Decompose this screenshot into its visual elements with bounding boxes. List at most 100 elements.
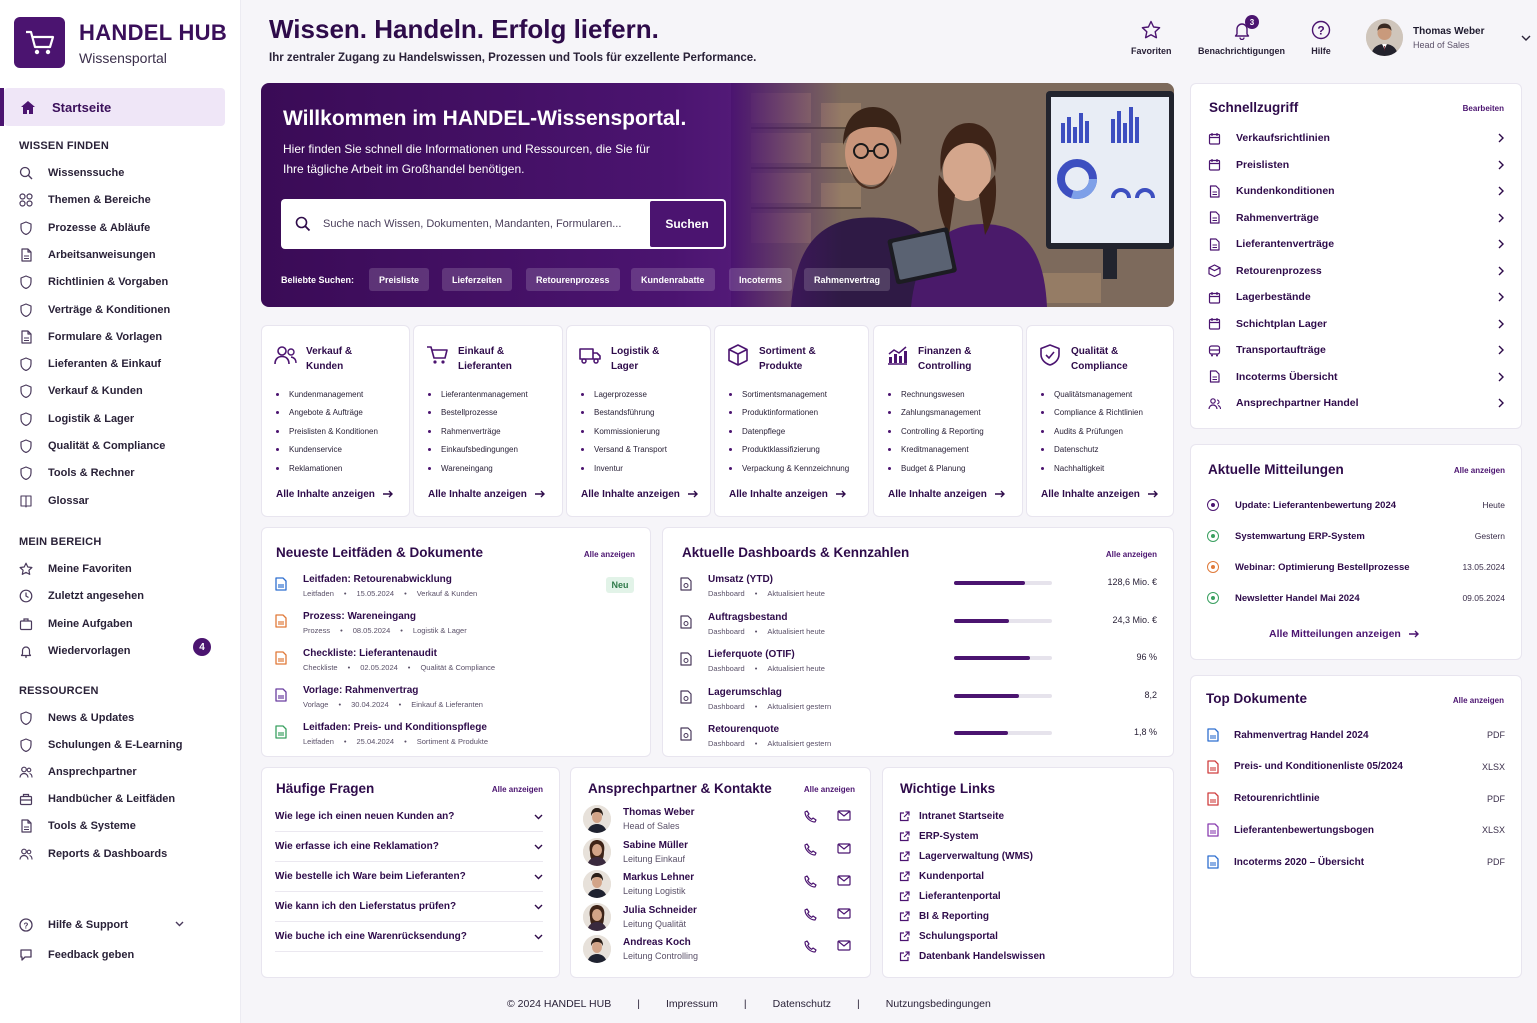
faq-item[interactable]: Wie erfasse ich eine Reklamation? [275,832,543,862]
external-link[interactable]: Datenbank Handelswissen [899,948,1045,964]
sidebar-item-guidelines[interactable]: Richtlinien & Vorgaben [19,271,168,293]
sidebar-item-feedback[interactable]: Feedback geben [19,944,134,966]
category-all-link[interactable]: Alle Inhalte anzeigen [581,489,699,500]
footer-imprint-link[interactable]: Impressum [666,998,718,1010]
kpi-row[interactable]: Retourenquote Dashboard • Aktualisiert gest… [678,724,1158,754]
kpi-row[interactable]: Lagerumschlag Dashboard • Aktualisiert gest… [678,687,1158,717]
top-document-row[interactable]: Incoterms 2020 – Übersicht PDF [1207,854,1505,870]
message-item[interactable]: Update: Lieferantenbewertung 2024 Heute [1207,497,1505,513]
search-input[interactable] [323,218,643,230]
mail-icon[interactable] [837,940,851,951]
contact-row[interactable]: Sabine Müller Leitung Einkauf [583,837,853,870]
kpi-all-link[interactable]: Alle anzeigen [1106,550,1157,559]
sidebar-item-star[interactable]: Meine Favoriten [19,558,132,580]
category-card[interactable]: Qualität & Compliance Qualitätsmanagement C… [1026,325,1174,517]
category-topic-link[interactable]: Wareneingang [428,459,528,478]
messages-all-link[interactable]: Alle anzeigen [1454,466,1505,475]
mail-icon[interactable] [837,875,851,886]
top-document-row[interactable]: Rahmenvertrag Handel 2024 PDF [1207,727,1505,743]
kpi-row[interactable]: Lieferquote (OTIF) Dashboard • Aktualisiert… [678,649,1158,679]
sidebar-item-process[interactable]: Prozesse & Abläufe [19,217,150,239]
quick-access-item[interactable]: Preislisten [1208,155,1504,175]
notifications-button[interactable]: Benachrichtigungen [1198,20,1285,56]
category-topic-link[interactable]: Einkaufsbedingungen [428,441,528,460]
document-row[interactable]: Leitfaden: Retourenabwicklung Leitfaden • 1… [275,574,477,598]
category-topic-link[interactable]: Rechnungswesen [888,385,984,404]
user-menu[interactable]: Thomas Weber Head of Sales [1366,19,1531,56]
category-card[interactable]: Einkauf & Lieferanten Lieferantenmanagemen… [413,325,563,517]
category-topic-link[interactable]: Kreditmanagement [888,441,984,460]
quick-access-edit-link[interactable]: Bearbeiten [1463,104,1504,113]
popular-search-chip[interactable]: Lieferzeiten [442,268,513,291]
contact-row[interactable]: Markus Lehner Leitung Logistik [583,870,853,902]
sidebar-item-training[interactable]: Schulungen & E-Learning [19,734,182,756]
category-topic-link[interactable]: Inventur [581,459,667,478]
favorites-button[interactable]: Favoriten [1131,20,1172,56]
document-row[interactable]: Vorlage: Rahmenvertrag Vorlage • 30.04.2024… [275,685,483,709]
category-card[interactable]: Finanzen & Controlling Rechnungswesen Zahlu… [873,325,1023,517]
category-topic-link[interactable]: Datenpflege [729,422,849,441]
category-topic-link[interactable]: Kundenmanagement [276,385,378,404]
external-link[interactable]: Lieferantenportal [899,888,1001,904]
category-all-link[interactable]: Alle Inhalte anzeigen [276,489,394,500]
kpi-row[interactable]: Auftragsbestand Dashboard • Aktualisiert he… [678,612,1158,642]
category-topic-link[interactable]: Compliance & Richtlinien [1041,404,1143,423]
faq-all-link[interactable]: Alle anzeigen [492,785,543,794]
mail-icon[interactable] [837,907,851,919]
kpi-row[interactable]: Umsatz (YTD) Dashboard • Aktualisiert heute… [678,574,1158,604]
category-topic-link[interactable]: Controlling & Reporting [888,422,984,441]
sidebar-item-supplier[interactable]: Lieferanten & Einkauf [19,353,161,375]
top-document-row[interactable]: Preis- und Konditionenliste 05/2024 XLSX [1207,759,1505,775]
sidebar-item-clock[interactable]: Zuletzt angesehen [19,585,144,607]
message-item[interactable]: Newsletter Handel Mai 2024 09.05.2024 [1207,590,1505,606]
category-topic-link[interactable]: Preislisten & Konditionen [276,422,378,441]
category-topic-link[interactable]: Kundenservice [276,441,378,460]
faq-item[interactable]: Wie kann ich den Lieferstatus prüfen? [275,892,543,922]
sidebar-item-news[interactable]: News & Updates [19,707,134,729]
top-document-row[interactable]: Retourenrichtlinie PDF [1207,791,1505,807]
quick-access-item[interactable]: Incoterms Übersicht [1208,367,1504,387]
contact-row[interactable]: Andreas Koch Leitung Controlling [583,935,853,967]
category-topic-link[interactable]: Bestellprozesse [428,404,528,423]
external-link[interactable]: Lagerverwaltung (WMS) [899,848,1033,864]
external-link[interactable]: Schulungsportal [899,928,998,944]
category-topic-link[interactable]: Produktklassifizierung [729,441,849,460]
category-all-link[interactable]: Alle Inhalte anzeigen [1041,489,1159,500]
phone-icon[interactable] [804,940,817,953]
top-docs-all-link[interactable]: Alle anzeigen [1453,696,1504,705]
external-link[interactable]: Intranet Startseite [899,808,1004,824]
quick-access-item[interactable]: Retourenprozess [1208,261,1504,281]
category-topic-link[interactable]: Versand & Transport [581,441,667,460]
category-topic-link[interactable]: Sortimentsmanagement [729,385,849,404]
search-button[interactable]: Suchen [649,200,725,248]
sidebar-item-logistics[interactable]: Logistik & Lager [19,408,134,430]
popular-search-chip[interactable]: Retourenprozess [526,268,620,291]
quick-access-item[interactable]: Schichtplan Lager [1208,314,1504,334]
category-topic-link[interactable]: Kommissionierung [581,422,667,441]
sidebar-item-briefcase[interactable]: Meine Aufgaben [19,613,133,635]
top-document-row[interactable]: Lieferantenbewertungsbogen XLSX [1207,822,1505,838]
quick-access-item[interactable]: Ansprechpartner Handel [1208,393,1504,413]
contact-row[interactable]: Thomas Weber Head of Sales [583,805,853,837]
quick-access-item[interactable]: Transportaufträge [1208,340,1504,360]
faq-item[interactable]: Wie lege ich einen neuen Kunden an? [275,802,543,832]
quick-access-item[interactable]: Lagerbestände [1208,287,1504,307]
popular-search-chip[interactable]: Rahmenvertrag [804,268,891,291]
category-topic-link[interactable]: Nachhaltigkeit [1041,459,1143,478]
sidebar-item-form[interactable]: Formulare & Vorlagen [19,326,162,348]
sidebar-item-grid[interactable]: Themen & Bereiche [19,189,151,211]
external-link[interactable]: Kundenportal [899,868,984,884]
contact-row[interactable]: Julia Schneider Leitung Qualität [583,902,853,935]
message-item[interactable]: Systemwartung ERP-System Gestern [1207,528,1505,544]
sidebar-item-search[interactable]: Wissenssuche [19,162,124,184]
mail-icon[interactable] [837,842,851,854]
quick-access-item[interactable]: Lieferantenverträge [1208,234,1504,254]
quick-access-item[interactable]: Kundenkonditionen [1208,181,1504,201]
help-button[interactable]: ? Hilfe [1311,20,1331,56]
latest-docs-all-link[interactable]: Alle anzeigen [584,550,635,559]
faq-item[interactable]: Wie bestelle ich Ware beim Lieferanten? [275,862,543,892]
all-messages-link[interactable]: Alle Mitteilungen anzeigen [1269,628,1420,640]
popular-search-chip[interactable]: Incoterms [729,268,793,291]
category-all-link[interactable]: Alle Inhalte anzeigen [428,489,546,500]
sidebar-item-contract[interactable]: Verträge & Konditionen [19,299,170,321]
